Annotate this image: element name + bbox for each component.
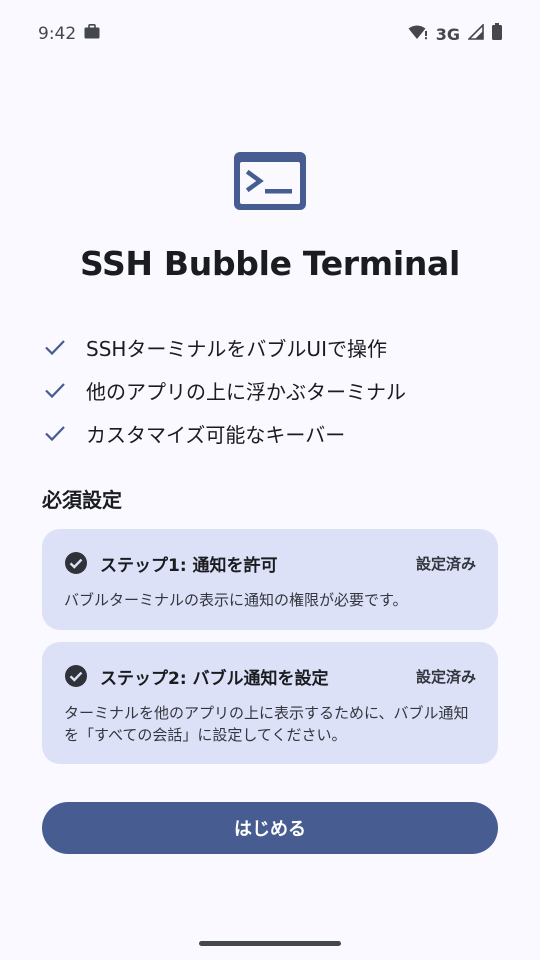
step-header-left: ステップ2: バブル通知を設定 [64,664,329,689]
step-status: 設定済み [415,667,476,686]
briefcase-icon [84,24,100,44]
feature-label: カスタマイズ可能なキーバー [86,422,346,447]
check-icon [45,383,65,399]
start-button[interactable]: はじめる [42,802,498,854]
feature-label: SSHターミナルをバブルUIで操作 [86,336,387,361]
cell-signal-icon [467,22,484,45]
app-title: SSH Bubble Terminal [79,244,461,283]
wifi-alert-icon [408,24,428,45]
terminal-icon [234,152,306,210]
feature-list: SSHターミナルをバブルUIで操作 他のアプリの上に浮かぶターミナル カスタマイ… [44,326,500,455]
setup-step-card[interactable]: ステップ1: 通知を許可 設定済み バブルターミナルの表示に通知の権限が必要です… [42,529,498,630]
step-status: 設定済み [415,554,476,573]
step-title: ステップ2: バブル通知を設定 [100,668,329,689]
step-title: ステップ1: 通知を許可 [100,555,278,576]
feature-item: SSHターミナルをバブルUIで操作 [44,326,500,368]
status-right: 3G [408,22,502,45]
step-description: バブルターミナルの表示に通知の権限が必要です。 [64,591,408,609]
home-indicator[interactable] [199,941,341,946]
status-time: 9:42 [38,24,77,44]
step-header: ステップ1: 通知を許可 設定済み [64,549,476,577]
section-title: 必須設定 [42,488,122,512]
step-header-left: ステップ1: 通知を許可 [64,551,278,576]
network-type: 3G [435,24,460,44]
battery-icon [492,23,502,45]
check-circle-icon [65,665,87,687]
step-description: ターミナルを他のアプリの上に表示するために、バブル通知を「すべての会話」に設定し… [64,704,469,744]
setup-step-card[interactable]: ステップ2: バブル通知を設定 設定済み ターミナルを他のアプリの上に表示するた… [42,642,498,764]
check-circle-icon [65,552,87,574]
feature-item: カスタマイズ可能なキーバー [44,412,500,454]
step-header: ステップ2: バブル通知を設定 設定済み [64,662,476,690]
check-icon [45,340,65,356]
status-bar: 9:42 3G [0,0,540,68]
feature-item: 他のアプリの上に浮かぶターミナル [44,369,500,411]
check-icon [45,426,65,442]
status-left: 9:42 [38,24,100,44]
feature-label: 他のアプリの上に浮かぶターミナル [86,379,406,404]
